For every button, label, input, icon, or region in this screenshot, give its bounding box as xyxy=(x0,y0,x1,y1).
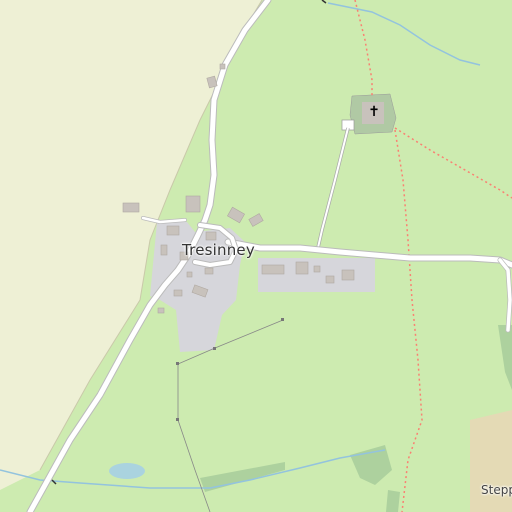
wood-patch-south xyxy=(350,445,392,485)
church-cross-icon[interactable]: ✝ xyxy=(366,104,382,120)
church-lane-fill xyxy=(316,127,349,253)
place-label-tresinney[interactable]: Tresinney xyxy=(182,241,255,259)
footpath-east xyxy=(394,127,512,199)
stream-north xyxy=(327,2,481,66)
road-marker-north xyxy=(321,0,327,4)
map-canvas[interactable] xyxy=(0,0,512,512)
place-label-edge[interactable]: Stepp xyxy=(481,483,512,497)
wood-strip-east xyxy=(498,325,512,390)
footpath-north xyxy=(354,0,373,96)
residential-area-east xyxy=(258,258,375,292)
pond xyxy=(109,463,145,479)
footpath-south xyxy=(394,129,423,512)
wood-patch-southeast xyxy=(386,490,400,512)
